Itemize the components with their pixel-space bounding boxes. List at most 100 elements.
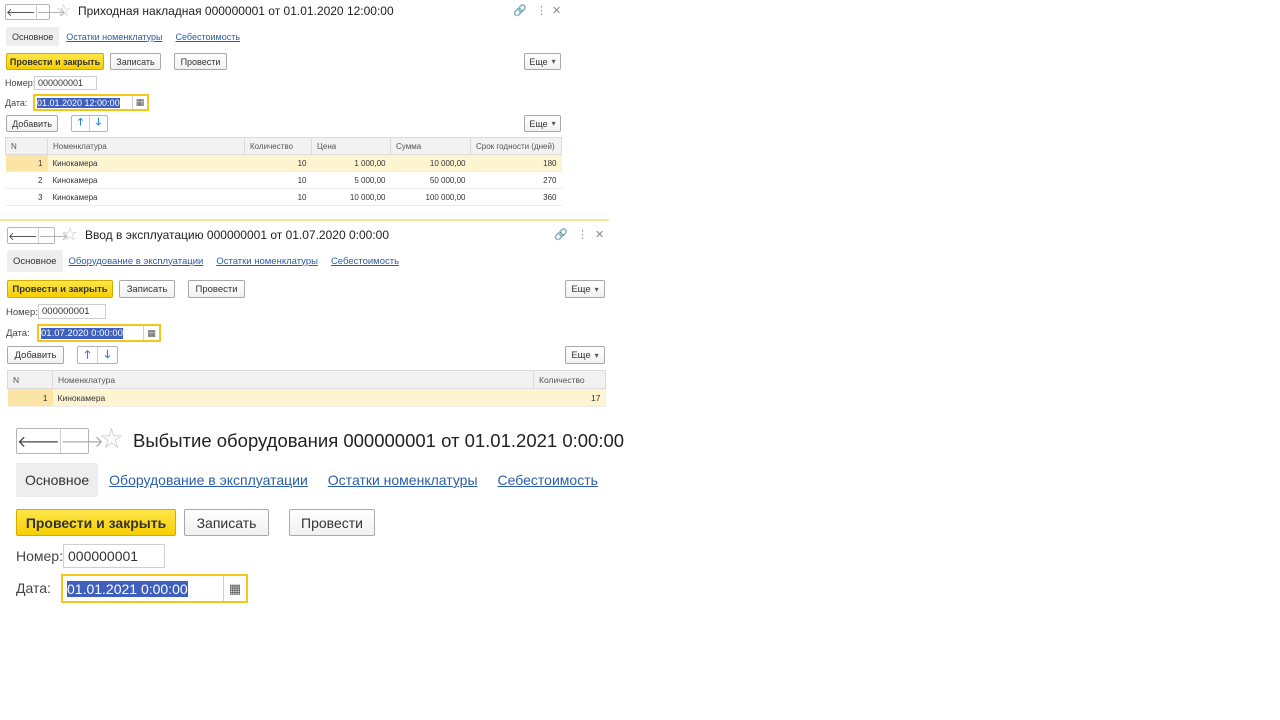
number-value: 000000001 bbox=[42, 306, 90, 317]
number-field[interactable]: 000000001 bbox=[38, 304, 106, 319]
cell-sum[interactable]: 100 000,00 bbox=[390, 188, 471, 206]
add-button[interactable]: Добавить bbox=[6, 115, 58, 132]
calendar-icon[interactable]: ▦ bbox=[143, 326, 159, 340]
link-icon[interactable]: 🔗 bbox=[554, 228, 568, 241]
save-button[interactable]: Записать bbox=[110, 53, 161, 70]
cell-n[interactable]: 3 bbox=[5, 188, 48, 206]
tab-nomenclature-balance[interactable]: Остатки номенклатуры bbox=[66, 32, 162, 42]
post-button[interactable]: Провести bbox=[188, 280, 245, 298]
tab-main[interactable]: Основное bbox=[6, 27, 60, 46]
post-and-close-button[interactable]: Провести и закрыть bbox=[6, 53, 104, 70]
date-field[interactable]: 01.01.2020 12:00:00 ▦ bbox=[33, 94, 149, 111]
column-header-quantity[interactable]: Количество bbox=[533, 370, 606, 389]
cell-price[interactable]: 1 000,00 bbox=[311, 154, 391, 172]
back-arrow-icon[interactable]: 🡐 bbox=[8, 228, 38, 243]
tab-bar: Основное Оборудование в эксплуатации Ост… bbox=[7, 250, 399, 272]
table-more-button[interactable]: Еще ▾ bbox=[524, 115, 561, 132]
star-icon[interactable]: ☆ bbox=[99, 422, 124, 455]
tab-equipment-in-use[interactable]: Оборудование в эксплуатации bbox=[109, 472, 308, 488]
cell-quantity[interactable]: 17 bbox=[533, 388, 606, 407]
post-button[interactable]: Провести bbox=[174, 53, 227, 70]
post-button[interactable]: Провести bbox=[289, 509, 375, 536]
column-header-n[interactable]: N bbox=[5, 137, 48, 155]
cell-quantity[interactable]: 10 bbox=[244, 154, 312, 172]
calendar-icon[interactable]: ▦ bbox=[223, 576, 246, 601]
cell-sum[interactable]: 10 000,00 bbox=[390, 154, 471, 172]
cell-shelf-life[interactable]: 180 bbox=[470, 154, 562, 172]
tab-nomenclature-balance[interactable]: Остатки номенклатуры bbox=[328, 472, 478, 488]
move-up-icon[interactable]: 🡑 bbox=[78, 347, 97, 363]
forward-arrow-icon[interactable]: 🡒 bbox=[59, 429, 104, 453]
close-icon[interactable]: ✕ bbox=[595, 228, 604, 241]
document-form-disposal: 🡐 🡒 ☆ Выбытие оборудования 000000001 от … bbox=[0, 412, 680, 612]
table-row[interactable]: 1 Кинокамера 17 bbox=[7, 388, 606, 407]
page-title: Приходная накладная 000000001 от 01.01.2… bbox=[78, 4, 394, 18]
goods-table: N Номенклатура Количество Цена Сумма Сро… bbox=[5, 137, 562, 206]
cell-nomenclature[interactable]: Кинокамера bbox=[52, 388, 534, 407]
number-field[interactable]: 000000001 bbox=[34, 76, 97, 90]
chevron-down-icon: ▾ bbox=[594, 350, 599, 360]
more-button[interactable]: Еще ▾ bbox=[524, 53, 561, 70]
link-icon[interactable]: 🔗 bbox=[513, 4, 527, 17]
cell-shelf-life[interactable]: 360 bbox=[470, 188, 562, 206]
cell-nomenclature[interactable]: Кинокамера bbox=[47, 188, 245, 206]
column-header-shelf-life[interactable]: Срок годности (дней) bbox=[470, 137, 562, 155]
number-value: 000000001 bbox=[38, 78, 84, 88]
column-header-quantity[interactable]: Количество bbox=[244, 137, 312, 155]
table-row[interactable]: 2 Кинокамера 10 5 000,00 50 000,00 270 bbox=[5, 171, 562, 189]
back-arrow-icon[interactable]: 🡐 bbox=[6, 5, 36, 19]
post-and-close-button[interactable]: Провести и закрыть bbox=[7, 280, 113, 298]
equipment-table: N Номенклатура Количество 1 Кинокамера 1… bbox=[7, 370, 606, 407]
add-button[interactable]: Добавить bbox=[7, 346, 64, 364]
cell-sum[interactable]: 50 000,00 bbox=[390, 171, 471, 189]
move-buttons: 🡑 🡓 bbox=[71, 115, 108, 132]
more-vertical-icon[interactable]: ⋮ bbox=[536, 4, 547, 17]
column-header-n[interactable]: N bbox=[7, 370, 53, 389]
table-row[interactable]: 3 Кинокамера 10 10 000,00 100 000,00 360 bbox=[5, 188, 562, 206]
cell-quantity[interactable]: 10 bbox=[244, 188, 312, 206]
cell-price[interactable]: 5 000,00 bbox=[311, 171, 391, 189]
column-header-nomenclature[interactable]: Номенклатура bbox=[52, 370, 534, 389]
move-up-icon[interactable]: 🡑 bbox=[72, 116, 89, 131]
tab-cost[interactable]: Себестоимость bbox=[176, 32, 241, 42]
cell-quantity[interactable]: 10 bbox=[244, 171, 312, 189]
tab-nomenclature-balance[interactable]: Остатки номенклатуры bbox=[216, 256, 318, 267]
date-field[interactable]: 01.01.2021 0:00:00 ▦ bbox=[61, 574, 248, 603]
calendar-icon[interactable]: ▦ bbox=[132, 96, 147, 109]
tab-equipment-in-use[interactable]: Оборудование в эксплуатации bbox=[69, 256, 204, 267]
column-header-nomenclature[interactable]: Номенклатура bbox=[47, 137, 245, 155]
column-header-sum[interactable]: Сумма bbox=[390, 137, 471, 155]
tab-main[interactable]: Основное bbox=[16, 463, 99, 497]
cell-n[interactable]: 1 bbox=[5, 154, 48, 172]
date-field[interactable]: 01.07.2020 0:00:00 ▦ bbox=[37, 324, 161, 342]
number-field[interactable]: 000000001 bbox=[63, 544, 165, 568]
date-label: Дата: bbox=[5, 98, 28, 108]
window-separator bbox=[0, 219, 609, 221]
column-header-price[interactable]: Цена bbox=[311, 137, 391, 155]
move-down-icon[interactable]: 🡓 bbox=[89, 116, 107, 131]
tab-cost[interactable]: Себестоимость bbox=[331, 256, 399, 267]
move-down-icon[interactable]: 🡓 bbox=[97, 347, 117, 363]
table-more-button[interactable]: Еще ▾ bbox=[565, 346, 605, 364]
tab-bar: Основное Остатки номенклатуры Себестоимо… bbox=[6, 27, 240, 46]
more-button[interactable]: Еще ▾ bbox=[565, 280, 605, 298]
table-row[interactable]: 1 Кинокамера 10 1 000,00 10 000,00 180 bbox=[5, 154, 562, 172]
cell-shelf-life[interactable]: 270 bbox=[470, 171, 562, 189]
cell-n[interactable]: 2 bbox=[5, 171, 48, 189]
post-and-close-button[interactable]: Провести и закрыть bbox=[16, 509, 176, 536]
back-arrow-icon[interactable]: 🡐 bbox=[17, 429, 60, 453]
tab-main[interactable]: Основное bbox=[7, 250, 63, 272]
date-value: 01.07.2020 0:00:00 bbox=[41, 327, 123, 339]
cell-nomenclature[interactable]: Кинокамера bbox=[47, 171, 245, 189]
close-icon[interactable]: ✕ bbox=[552, 4, 561, 17]
table-more-label: Еще bbox=[571, 349, 591, 361]
tab-cost[interactable]: Себестоимость bbox=[498, 472, 598, 488]
cell-nomenclature[interactable]: Кинокамера bbox=[47, 154, 245, 172]
star-icon[interactable]: ☆ bbox=[56, 1, 71, 21]
star-icon[interactable]: ☆ bbox=[62, 224, 78, 245]
cell-n[interactable]: 1 bbox=[7, 388, 53, 407]
save-button[interactable]: Записать bbox=[184, 509, 269, 536]
more-vertical-icon[interactable]: ⋮ bbox=[577, 228, 588, 241]
cell-price[interactable]: 10 000,00 bbox=[311, 188, 391, 206]
save-button[interactable]: Записать bbox=[119, 280, 175, 298]
